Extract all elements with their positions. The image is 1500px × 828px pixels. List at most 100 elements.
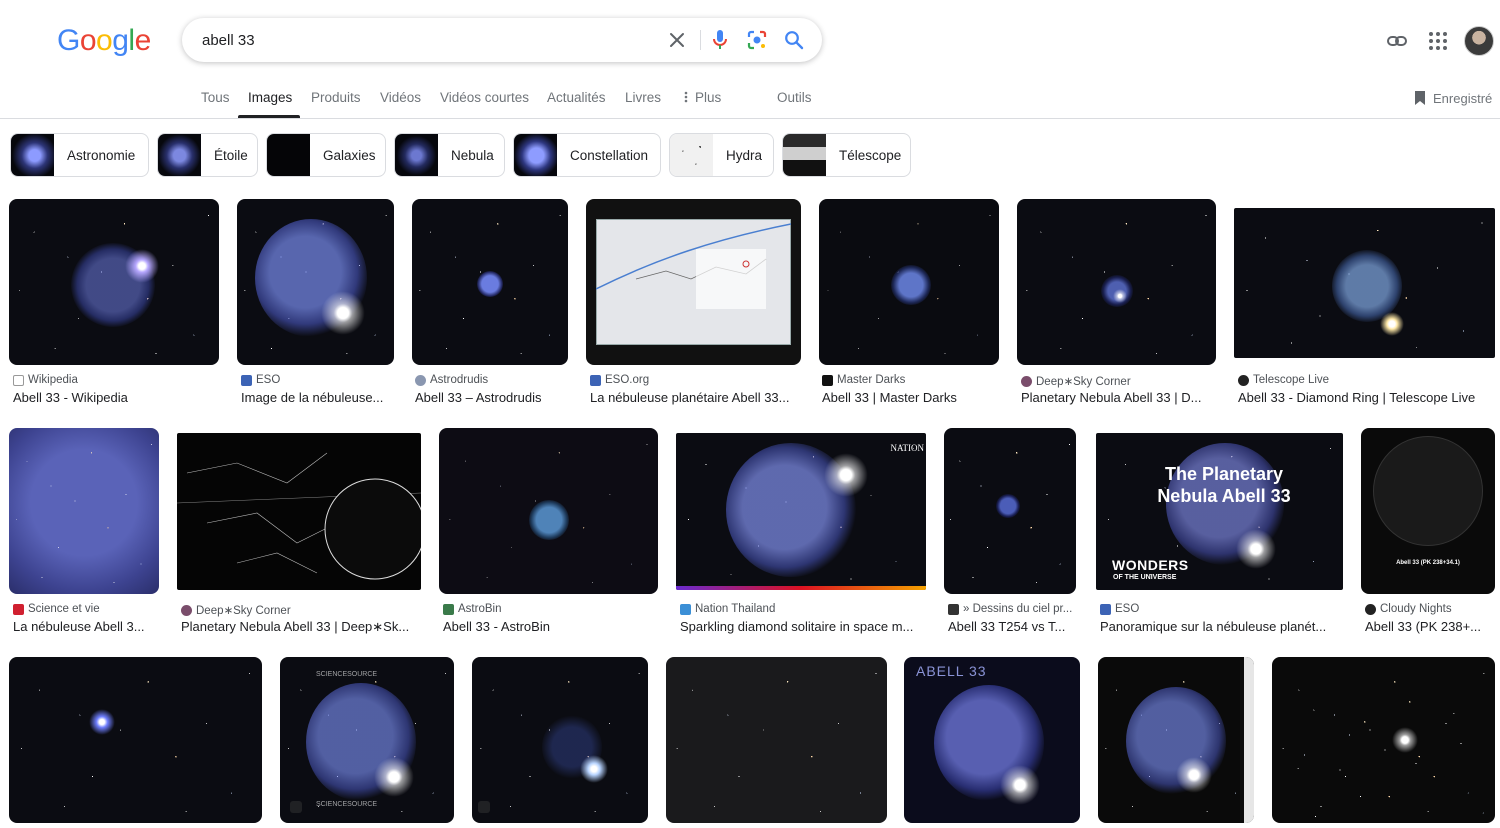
result-source-label: Deep∗Sky Corner <box>1036 376 1131 388</box>
result-source-label: Deep∗Sky Corner <box>196 605 291 617</box>
chip-nebula[interactable]: Nebula <box>394 133 505 177</box>
chip-thumbnail <box>11 134 54 176</box>
avatar[interactable] <box>1464 26 1494 56</box>
result-source: Astrodrudis <box>415 374 565 386</box>
result-source: » Dessins du ciel pr... <box>948 603 1076 615</box>
result-source: Science et vie <box>13 603 163 615</box>
image-badge-icon <box>290 801 302 813</box>
result-image[interactable]: NATION <box>676 433 926 590</box>
link-icon[interactable] <box>1386 30 1408 57</box>
tab-images[interactable]: Images <box>248 90 292 105</box>
result-source: Deep∗Sky Corner <box>1021 374 1216 388</box>
deepsky-favicon-icon <box>1021 375 1032 387</box>
result-title[interactable]: Abell 33 T254 vs T... <box>948 619 1076 634</box>
lens-icon[interactable] <box>745 28 769 52</box>
result-title[interactable]: Abell 33 - Wikipedia <box>13 390 218 405</box>
result-title[interactable]: Sparkling diamond solitaire in space m..… <box>680 619 925 634</box>
search-icon[interactable] <box>782 28 806 52</box>
result-image[interactable] <box>9 199 219 365</box>
mic-icon[interactable] <box>708 28 732 52</box>
saved-label: Enregistré <box>1433 90 1493 106</box>
result-image[interactable] <box>439 428 658 594</box>
search-box <box>182 18 822 62</box>
result-source-label: Nation Thailand <box>695 603 776 615</box>
bookmark-icon <box>1415 91 1425 105</box>
logo-letter: g <box>112 24 129 57</box>
chip-thumbnail <box>514 134 557 176</box>
result-image[interactable]: The Planetary Nebula Abell 33 WONDERS OF… <box>1096 433 1343 590</box>
tab-books[interactable]: Livres <box>625 90 661 105</box>
tab-tools[interactable]: Outils <box>777 90 812 105</box>
result-image[interactable] <box>472 657 648 823</box>
result-title[interactable]: Abell 33 – Astrodrudis <box>415 390 565 405</box>
result-title[interactable]: Planetary Nebula Abell 33 | D... <box>1021 390 1216 405</box>
result-title[interactable]: La nébuleuse planétaire Abell 33... <box>590 390 800 405</box>
result-source: Telescope Live <box>1238 374 1488 386</box>
result-title[interactable]: Abell 33 (PK 238+... <box>1365 619 1495 634</box>
chip-constellation[interactable]: Constellation <box>513 133 661 177</box>
wonders-subtext: OF THE UNIVERSE <box>1113 574 1177 581</box>
chip-label: Hydra <box>726 147 763 163</box>
google-logo[interactable]: Google <box>57 24 151 58</box>
result-image[interactable] <box>586 199 801 365</box>
result-source-label: ESO.org <box>605 374 650 386</box>
chip-astronomie[interactable]: Astronomie <box>10 133 149 177</box>
clear-icon[interactable] <box>665 28 689 52</box>
result-image[interactable] <box>944 428 1076 594</box>
tab-products[interactable]: Produits <box>311 90 361 105</box>
tab-all[interactable]: Tous <box>201 90 230 105</box>
result-source-label: Science et vie <box>28 603 100 615</box>
chip-etoile[interactable]: Étoile <box>157 133 258 177</box>
result-image[interactable] <box>177 433 421 590</box>
logo-letter: o <box>96 24 113 57</box>
result-image[interactable]: ABELL 33 <box>904 657 1080 823</box>
chip-thumbnail <box>670 134 713 176</box>
result-title[interactable]: Abell 33 - Diamond Ring | Telescope Live <box>1238 390 1493 405</box>
chip-hydra[interactable]: Hydra <box>669 133 774 177</box>
result-image[interactable] <box>666 657 887 823</box>
result-source: ESO.org <box>590 374 800 386</box>
wonders-text: WONDERS <box>1112 557 1189 573</box>
result-source: Nation Thailand <box>680 603 925 615</box>
result-title[interactable]: Image de la nébuleuse... <box>241 390 391 405</box>
chip-thumbnail <box>783 134 826 176</box>
result-image[interactable]: SCIENCESOURCE SCIENCESOURCE <box>280 657 454 823</box>
search-input[interactable] <box>202 18 662 62</box>
search-tabs: Tous Images Produits Vidéos Vidéos court… <box>0 84 1500 118</box>
result-image[interactable] <box>412 199 568 365</box>
result-title[interactable]: Abell 33 - AstroBin <box>443 619 658 634</box>
chip-galaxies[interactable]: Galaxies <box>266 133 386 177</box>
header-divider <box>0 118 1500 119</box>
tab-videos[interactable]: Vidéos <box>380 90 421 105</box>
tab-short-videos[interactable]: Vidéos courtes <box>440 90 529 105</box>
result-image[interactable] <box>1017 199 1216 365</box>
result-source-label: Wikipedia <box>28 374 78 386</box>
result-title[interactable]: Panoramique sur la nébuleuse planét... <box>1100 619 1335 634</box>
result-title[interactable]: La nébuleuse Abell 3... <box>13 619 161 634</box>
deepsky-favicon-icon <box>181 604 192 616</box>
chip-telescope[interactable]: Télescope <box>782 133 911 177</box>
result-image[interactable] <box>819 199 999 365</box>
result-title[interactable]: Abell 33 | Master Darks <box>822 390 997 405</box>
result-image[interactable] <box>1234 208 1495 358</box>
result-title[interactable]: Planetary Nebula Abell 33 | Deep∗Sk... <box>181 619 421 635</box>
apps-icon[interactable] <box>1428 31 1448 56</box>
result-image[interactable]: Abell 33 (PK 238+34.1) <box>1361 428 1495 594</box>
result-image[interactable] <box>9 428 159 594</box>
result-source-label: ESO <box>256 374 281 386</box>
tab-more[interactable]: Plus <box>683 90 721 105</box>
chip-label: Constellation <box>570 147 649 163</box>
result-image[interactable] <box>1098 657 1254 823</box>
result-image[interactable] <box>237 199 394 365</box>
saved-button[interactable]: Enregistré <box>1413 90 1492 106</box>
logo-letter: e <box>134 24 152 57</box>
telescope-live-favicon-icon <box>1238 374 1249 386</box>
result-source: Master Darks <box>822 374 997 386</box>
result-source-label: AstroBin <box>458 603 502 615</box>
result-image[interactable] <box>1272 657 1495 823</box>
result-image[interactable] <box>9 657 262 823</box>
sciencesource-watermark: SCIENCESOURCE <box>316 671 378 678</box>
master-darks-favicon-icon <box>822 374 833 386</box>
astrodrudis-favicon-icon <box>415 374 426 386</box>
tab-news[interactable]: Actualités <box>547 90 606 105</box>
